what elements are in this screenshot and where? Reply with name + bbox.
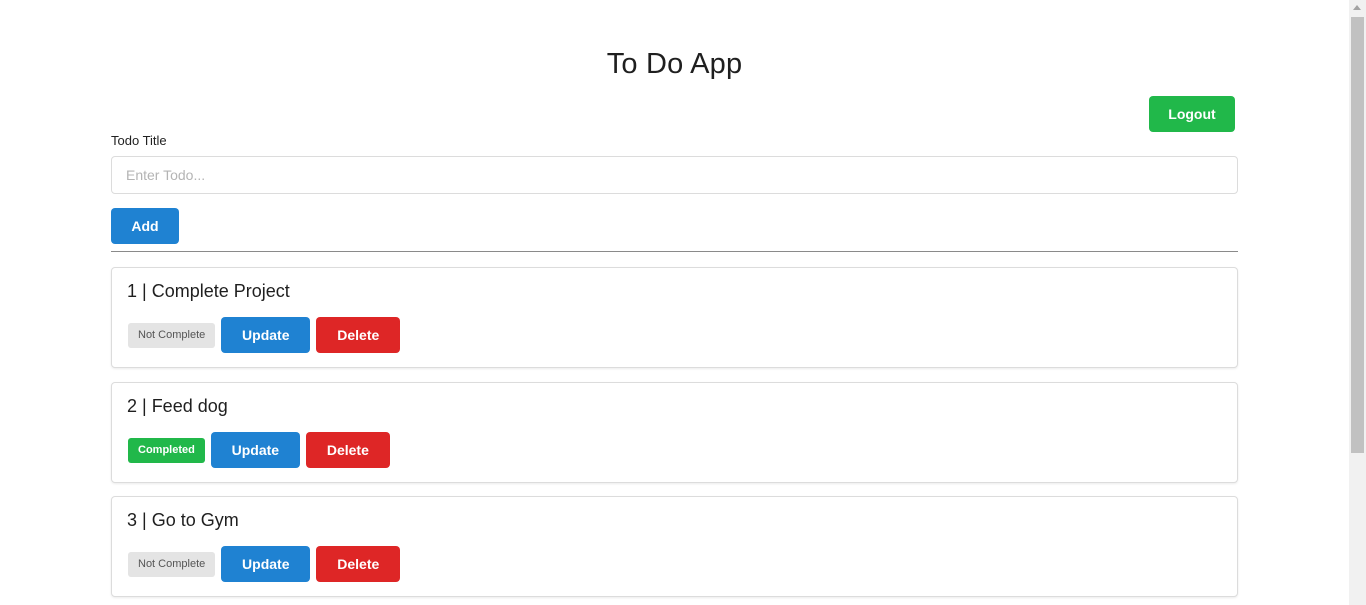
todo-actions: Completed Update Delete (128, 432, 390, 468)
page: To Do App Logout Todo Title Add 1 | Comp… (0, 0, 1366, 605)
add-button[interactable]: Add (111, 208, 179, 244)
page-title: To Do App (606, 48, 743, 80)
delete-button[interactable]: Delete (305, 432, 390, 468)
todo-title: 2 | Feed dog (127, 396, 228, 416)
scroll-thumb[interactable] (1351, 17, 1364, 453)
divider (111, 251, 1238, 252)
todo-actions: Not Complete Update Delete (128, 546, 401, 582)
todo-title-label: Todo Title (111, 133, 167, 148)
todo-item-3: 3 | Go to Gym Not Complete Update Delete (111, 496, 1238, 597)
update-button[interactable]: Update (221, 317, 311, 353)
status-badge: Completed (128, 437, 205, 463)
todo-item-1: 1 | Complete Project Not Complete Update… (111, 267, 1238, 368)
update-button[interactable]: Update (210, 432, 300, 468)
delete-button[interactable]: Delete (316, 317, 401, 353)
vertical-scrollbar[interactable] (1349, 0, 1366, 605)
update-button[interactable]: Update (221, 546, 311, 582)
todo-title: 1 | Complete Project (127, 281, 290, 301)
status-badge: Not Complete (128, 551, 216, 577)
todo-item-2: 2 | Feed dog Completed Update Delete (111, 382, 1238, 483)
todo-actions: Not Complete Update Delete (128, 317, 401, 353)
scroll-up-arrow-icon[interactable] (1353, 5, 1361, 10)
todo-input[interactable] (111, 156, 1238, 194)
status-badge: Not Complete (128, 322, 216, 348)
delete-button[interactable]: Delete (316, 546, 401, 582)
todo-title: 3 | Go to Gym (127, 510, 239, 530)
logout-button[interactable]: Logout (1149, 96, 1235, 132)
